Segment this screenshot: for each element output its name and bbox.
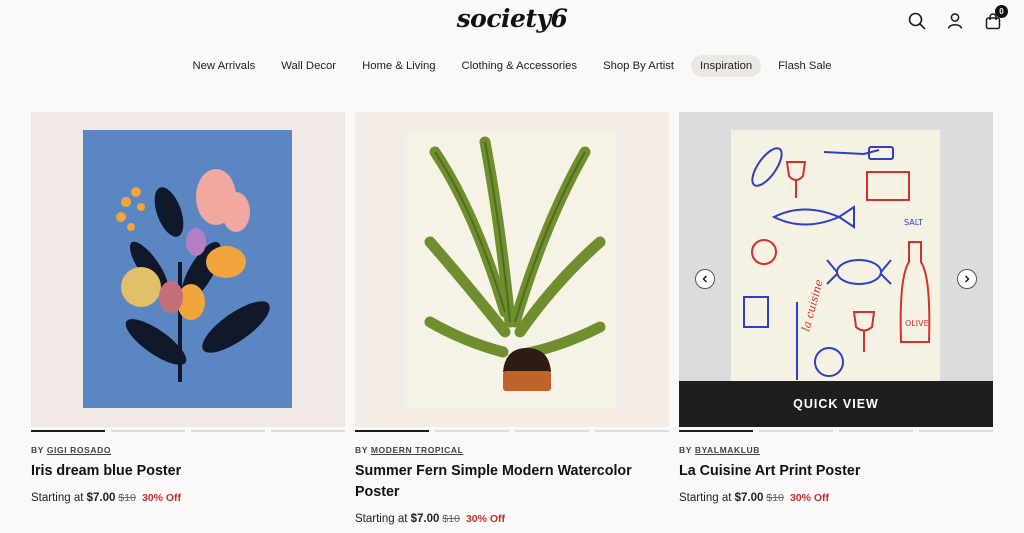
product-price: Starting at $7.00 $10 30% Off (31, 492, 181, 504)
product-price: Starting at $7.00 $10 30% Off (355, 513, 505, 525)
byline-prefix: BY (355, 445, 368, 455)
product-card[interactable]: SALT OLIVE la cuisine QUICK VIEW BY BYAL… (679, 112, 993, 504)
price-prefix: Starting at (31, 492, 84, 504)
image-indicators (679, 430, 993, 432)
fern-poster-illustration (407, 130, 616, 408)
olive-label: OLIVE (905, 319, 929, 328)
artist-byline: BY BYALMAKLUB (679, 445, 760, 455)
original-price: $10 (442, 513, 460, 525)
iris-poster-illustration (83, 130, 292, 408)
image-indicator[interactable] (679, 430, 753, 432)
original-price: $10 (118, 492, 136, 504)
nav-shop-by-artist[interactable]: Shop By Artist (594, 55, 683, 77)
byline-prefix: BY (679, 445, 692, 455)
sale-price: $7.00 (86, 492, 116, 504)
nav-new-arrivals[interactable]: New Arrivals (183, 55, 264, 77)
image-indicator[interactable] (515, 430, 589, 432)
artist-byline: BY GIGI ROSADO (31, 445, 111, 455)
discount-badge: 30% Off (465, 513, 506, 525)
discount-badge: 30% Off (141, 492, 182, 504)
salt-label: SALT (904, 218, 923, 227)
quick-view-button[interactable]: QUICK VIEW (679, 381, 993, 427)
product-title[interactable]: La Cuisine Art Print Poster (679, 461, 969, 482)
price-prefix: Starting at (679, 492, 732, 504)
artist-link[interactable]: BYALMAKLUB (695, 445, 760, 455)
site-header: society6 0 New Arrivals Wall Decor Home … (0, 0, 1024, 92)
image-indicators (355, 430, 669, 432)
user-icon[interactable] (944, 10, 966, 32)
search-icon[interactable] (906, 10, 928, 32)
product-card[interactable]: BY GIGI ROSADO Iris dream blue Poster St… (31, 112, 345, 504)
product-price: Starting at $7.00 $10 30% Off (679, 492, 829, 504)
image-indicator[interactable] (31, 430, 105, 432)
artist-link[interactable]: MODERN TROPICAL (371, 445, 464, 455)
image-indicator[interactable] (191, 430, 265, 432)
product-card[interactable]: BY MODERN TROPICAL Summer Fern Simple Mo… (355, 112, 669, 525)
image-indicator[interactable] (839, 430, 913, 432)
price-prefix: Starting at (355, 513, 408, 525)
product-title[interactable]: Summer Fern Simple Modern Watercolor Pos… (355, 461, 645, 503)
cuisine-poster-illustration: SALT OLIVE la cuisine (731, 130, 940, 427)
discount-badge: 30% Off (789, 492, 830, 504)
image-indicators (31, 430, 345, 432)
cart-count-badge: 0 (995, 5, 1008, 18)
sale-price: $7.00 (734, 492, 764, 504)
prev-image-button[interactable] (695, 269, 715, 289)
nav-clothing-accessories[interactable]: Clothing & Accessories (453, 55, 587, 77)
image-indicator[interactable] (111, 430, 185, 432)
image-indicator[interactable] (595, 430, 669, 432)
nav-wall-decor[interactable]: Wall Decor (272, 55, 345, 77)
product-title[interactable]: Iris dream blue Poster (31, 461, 321, 482)
chevron-right-icon (965, 275, 970, 283)
nav-home-living[interactable]: Home & Living (353, 55, 444, 77)
product-image[interactable]: SALT OLIVE la cuisine QUICK VIEW (679, 112, 993, 427)
main-nav: New Arrivals Wall Decor Home & Living Cl… (0, 55, 1024, 77)
original-price: $10 (766, 492, 784, 504)
site-logo[interactable]: society6 (0, 4, 1024, 33)
byline-prefix: BY (31, 445, 44, 455)
artist-link[interactable]: GIGI ROSADO (47, 445, 111, 455)
nav-flash-sale[interactable]: Flash Sale (769, 55, 840, 77)
image-indicator[interactable] (435, 430, 509, 432)
sale-price: $7.00 (410, 513, 440, 525)
chevron-left-icon (702, 275, 707, 283)
next-image-button[interactable] (957, 269, 977, 289)
image-indicator[interactable] (919, 430, 993, 432)
product-image[interactable] (31, 112, 345, 427)
image-indicator[interactable] (355, 430, 429, 432)
image-indicator[interactable] (759, 430, 833, 432)
cart-icon[interactable]: 0 (982, 5, 1008, 32)
product-image[interactable] (355, 112, 669, 427)
image-indicator[interactable] (271, 430, 345, 432)
artist-byline: BY MODERN TROPICAL (355, 445, 463, 455)
nav-inspiration[interactable]: Inspiration (691, 55, 762, 77)
